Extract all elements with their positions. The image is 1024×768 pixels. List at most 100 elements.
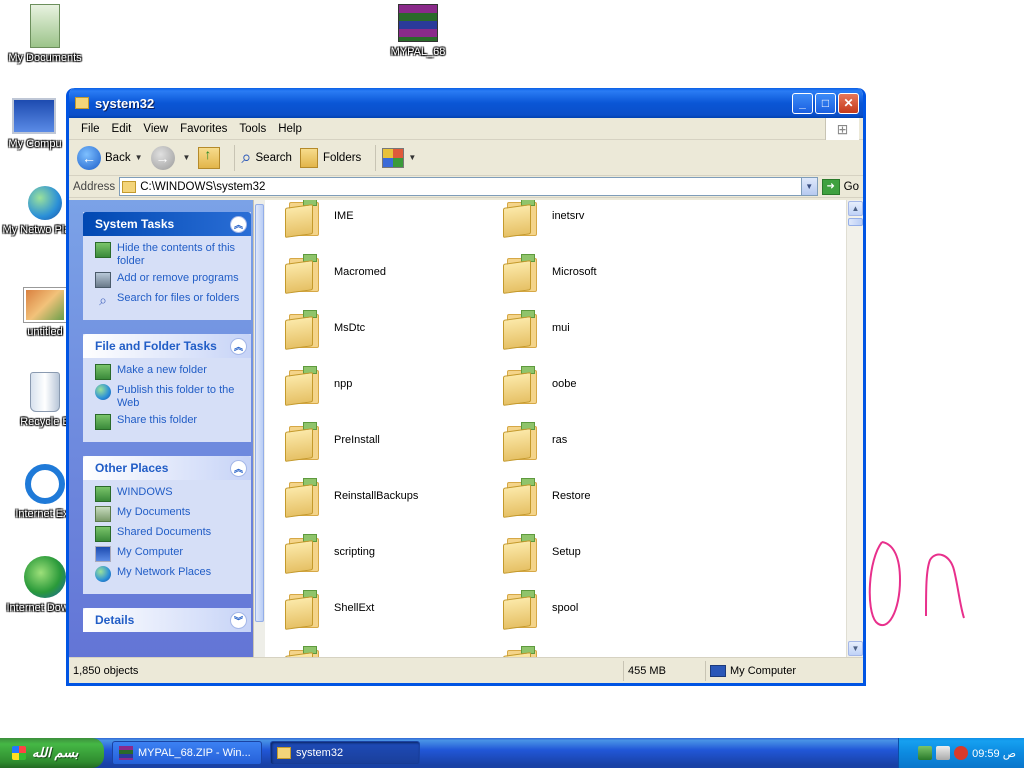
go-button[interactable]: ➜ Go: [821, 178, 859, 195]
menu-favorites[interactable]: Favorites: [174, 121, 233, 137]
windows-flag-icon: [12, 746, 26, 760]
folder-name: Restore: [552, 490, 591, 502]
folder-item[interactable]: ras: [503, 412, 721, 468]
chevron-down-icon[interactable]: ▼: [800, 178, 817, 195]
maximize-button[interactable]: □: [815, 92, 836, 114]
scrollbar-thumb[interactable]: [255, 204, 264, 622]
task-label: Publish this folder to the Web: [117, 384, 235, 409]
folder-name: ReinstallBackups: [334, 490, 419, 502]
place-windows[interactable]: WINDOWS: [95, 486, 243, 502]
up-folder-button[interactable]: ↑: [198, 146, 221, 169]
desktop-icon-mypal[interactable]: MYPAL_68: [373, 4, 463, 59]
folder-item[interactable]: Restore: [503, 468, 721, 524]
start-button[interactable]: بسم الله: [0, 738, 104, 768]
place-label: My Computer: [117, 546, 184, 558]
address-label: Address: [73, 180, 116, 193]
panel-title: System Tasks: [95, 217, 175, 231]
image-file-icon: [23, 287, 67, 323]
scroll-up-button[interactable]: ▲: [848, 201, 863, 216]
file-folder-tasks-header[interactable]: File and Folder Tasks ︽: [83, 334, 251, 358]
collapse-chevron-icon[interactable]: ︽: [230, 215, 247, 233]
task-pane-scrollbar[interactable]: [253, 200, 265, 657]
task-publish-web[interactable]: Publish this folder to the Web: [95, 384, 243, 410]
scrollbar-thumb[interactable]: [848, 218, 863, 226]
menu-help[interactable]: Help: [272, 121, 308, 137]
minimize-button[interactable]: _: [792, 92, 813, 114]
other-places-header[interactable]: Other Places ︽: [83, 456, 251, 480]
folder-item[interactable]: Microsoft: [503, 244, 721, 300]
back-label: Back: [105, 151, 131, 164]
close-button[interactable]: ✕: [838, 92, 859, 114]
recycle-bin-icon: [30, 372, 60, 412]
menu-file[interactable]: File: [75, 121, 106, 137]
folder-item[interactable]: wbem: [503, 636, 721, 657]
folder-item[interactable]: scripting: [285, 524, 503, 580]
place-label: My Network Places: [117, 566, 212, 578]
folder-icon: [503, 588, 539, 630]
folder-row: scripting Setup: [285, 524, 845, 580]
folder-item[interactable]: Setup: [503, 524, 721, 580]
folder-item[interactable]: mui: [503, 300, 721, 356]
scroll-down-button[interactable]: ▼: [848, 641, 863, 656]
place-my-network-places[interactable]: My Network Places: [95, 566, 243, 582]
task-add-remove-programs[interactable]: Add or remove programs: [95, 272, 243, 288]
folder-item[interactable]: oobe: [503, 356, 721, 412]
back-button[interactable]: ← Back ▼: [77, 145, 143, 170]
forward-button[interactable]: → ▼: [150, 145, 191, 170]
folder-item[interactable]: npp: [285, 356, 503, 412]
folder-item[interactable]: spool: [503, 580, 721, 636]
network-tray-icon[interactable]: [918, 746, 933, 760]
collapse-chevron-icon[interactable]: ︽: [230, 459, 247, 477]
task-label: Search for files or folders: [117, 292, 240, 304]
desktop-icon-my-documents[interactable]: My Documents: [0, 4, 90, 65]
internet-explorer-icon: [25, 464, 65, 504]
folder-item[interactable]: Macromed: [285, 244, 503, 300]
expand-chevron-icon[interactable]: ︾: [230, 611, 247, 629]
views-button[interactable]: ▼: [382, 147, 416, 168]
menu-view[interactable]: View: [137, 121, 174, 137]
search-button[interactable]: ⌕ Search: [241, 147, 292, 168]
place-my-documents[interactable]: My Documents: [95, 506, 243, 522]
other-places-panel: Other Places ︽ WINDOWS My Documents Shar…: [83, 456, 251, 594]
system-tasks-header[interactable]: System Tasks ︽: [83, 212, 251, 236]
security-alert-icon[interactable]: [954, 746, 969, 760]
task-label: Share this folder: [117, 414, 198, 426]
contents-scrollbar[interactable]: ▲ ▼: [846, 200, 863, 657]
place-shared-documents[interactable]: Shared Documents: [95, 526, 243, 542]
title-bar[interactable]: system32 _ □ ✕: [69, 88, 863, 118]
status-zone: My Computer: [706, 661, 796, 681]
folder-item[interactable]: PreInstall: [285, 412, 503, 468]
folder-item[interactable]: MsDtc: [285, 300, 503, 356]
printer-tray-icon[interactable]: [936, 746, 951, 760]
folder-icon: [285, 200, 321, 238]
chevron-down-icon[interactable]: ▼: [135, 153, 143, 162]
folder-name: inetsrv: [552, 210, 585, 222]
task-make-new-folder[interactable]: Make a new folder: [95, 364, 243, 380]
task-search-files[interactable]: ⌕ Search for files or folders: [95, 292, 243, 308]
task-share-folder[interactable]: Share this folder: [95, 414, 243, 430]
folders-button[interactable]: Folders: [299, 147, 361, 168]
folder-item[interactable]: ReinstallBackups: [285, 468, 503, 524]
go-label: Go: [843, 180, 859, 193]
details-header[interactable]: Details ︾: [83, 608, 251, 632]
task-hide-contents[interactable]: Hide the contents of this folder: [95, 242, 243, 268]
collapse-chevron-icon[interactable]: ︽: [230, 337, 247, 355]
folder-item[interactable]: IME: [285, 200, 503, 244]
folder-icon: [285, 364, 321, 406]
folder-item[interactable]: inetsrv: [503, 200, 721, 244]
chevron-down-icon[interactable]: ▼: [183, 153, 191, 162]
folder-item[interactable]: wamt: [285, 636, 503, 657]
toolbar: ← Back ▼ → ▼ ↑ ⌕ Search Folders ▼: [69, 140, 863, 176]
folder-item[interactable]: ShellExt: [285, 580, 503, 636]
folder-name: IME: [334, 210, 354, 222]
address-input[interactable]: C:\WINDOWS\system32 ▼: [119, 177, 818, 196]
folder-row: wamtwbem: [285, 636, 845, 657]
taskbar-item-system32[interactable]: system32: [270, 741, 420, 765]
place-my-computer[interactable]: My Computer: [95, 546, 243, 562]
menu-edit[interactable]: Edit: [106, 121, 138, 137]
my-computer-icon: [12, 98, 56, 134]
menu-tools[interactable]: Tools: [233, 121, 272, 137]
taskbar-item-mypal[interactable]: MYPAL_68.ZIP - Win...: [112, 741, 262, 765]
details-panel: Details ︾: [83, 608, 251, 632]
folder-name: mui: [552, 322, 570, 334]
